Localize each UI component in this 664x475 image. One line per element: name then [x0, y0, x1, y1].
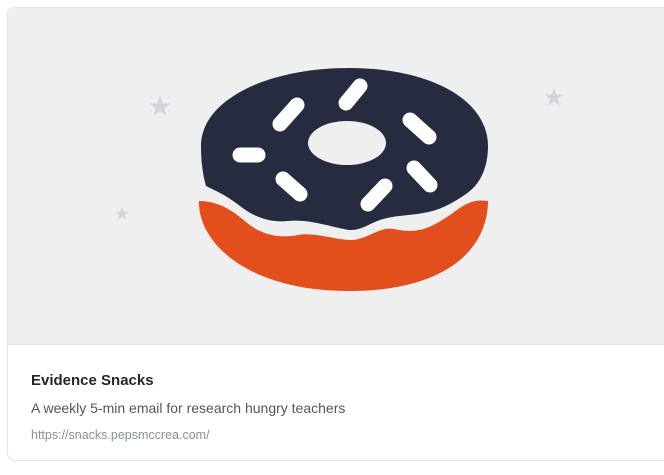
card-description: A weekly 5-min email for research hungry… — [31, 400, 346, 416]
star-icon — [544, 88, 564, 106]
donut-icon — [198, 68, 488, 291]
card-body: Evidence Snacks A weekly 5-min email for… — [31, 372, 664, 444]
donut-illustration — [115, 68, 564, 291]
star-icon — [149, 96, 171, 116]
star-icon — [115, 207, 129, 220]
card-title[interactable]: Evidence Snacks — [31, 372, 664, 390]
link-preview-card[interactable]: Evidence Snacks A weekly 5-min email for… — [7, 7, 664, 461]
preview-image — [8, 8, 664, 345]
card-url-link[interactable]: https://snacks.pepsmccrea.com/ — [31, 428, 210, 443]
